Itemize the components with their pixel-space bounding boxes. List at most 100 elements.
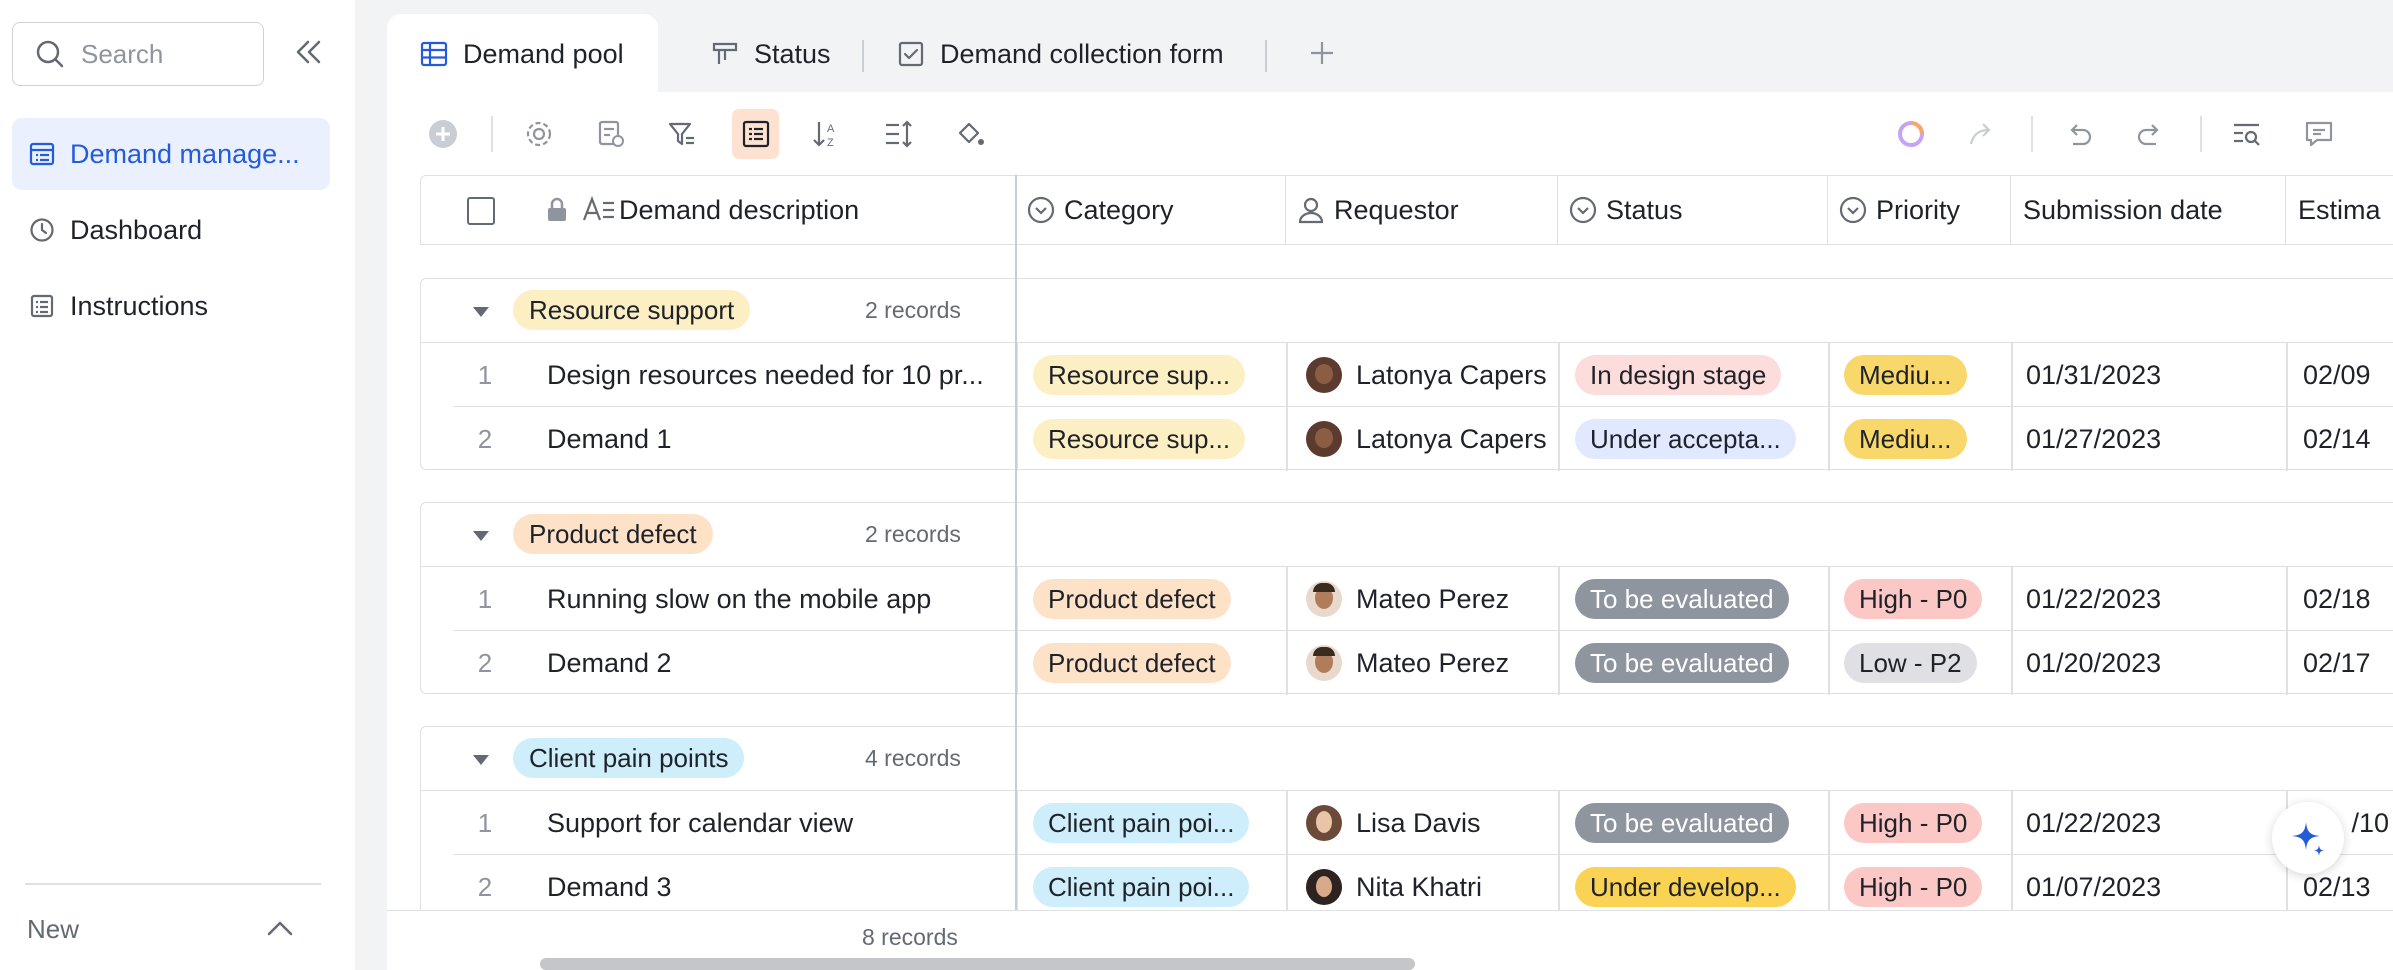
column-header-estimated[interactable]: Estima bbox=[2286, 176, 2393, 244]
priority-cell[interactable]: Low - P2 bbox=[1844, 631, 2008, 695]
status-cell[interactable]: To be evaluated bbox=[1575, 567, 1825, 631]
search-records-icon[interactable] bbox=[2229, 116, 2265, 152]
redo-icon[interactable] bbox=[2132, 116, 2168, 152]
status-cell[interactable]: Under accepta... bbox=[1575, 407, 1825, 471]
collapse-sidebar-icon[interactable] bbox=[290, 34, 326, 70]
estimated-date-cell[interactable]: 02/18 bbox=[2303, 567, 2393, 631]
group-client-pain-points: Client pain points 4 records 1 Support f… bbox=[420, 726, 2393, 926]
submission-date-cell[interactable]: 01/20/2023 bbox=[2026, 631, 2276, 695]
fill-color-icon[interactable] bbox=[952, 116, 988, 152]
row-height-icon[interactable] bbox=[881, 116, 917, 152]
chevron-up-icon[interactable] bbox=[265, 914, 295, 944]
category-cell[interactable]: Resource sup... bbox=[1033, 407, 1281, 471]
table-row[interactable]: 1 Support for calendar view Client pain … bbox=[421, 791, 2393, 855]
status-tag: To be evaluated bbox=[1575, 579, 1789, 619]
category-cell[interactable]: Product defect bbox=[1033, 567, 1281, 631]
search-placeholder: Search bbox=[81, 38, 164, 69]
category-cell[interactable]: Client pain poi... bbox=[1033, 791, 1281, 855]
ai-sparkle-button[interactable] bbox=[2272, 802, 2344, 874]
category-tag: Product defect bbox=[1033, 579, 1231, 619]
category-tag: Product defect bbox=[1033, 643, 1231, 683]
sidebar-item-demand-management[interactable]: Demand manage... bbox=[12, 118, 330, 190]
group-header[interactable]: Client pain points 4 records bbox=[421, 727, 2393, 791]
new-button[interactable]: New bbox=[27, 914, 79, 945]
undo-icon[interactable] bbox=[2061, 116, 2097, 152]
column-header-category[interactable]: Category bbox=[1016, 176, 1286, 244]
avatar bbox=[1306, 581, 1342, 617]
horizontal-scrollbar[interactable] bbox=[540, 958, 1415, 970]
priority-cell[interactable]: High - P0 bbox=[1844, 791, 2008, 855]
category-cell[interactable]: Resource sup... bbox=[1033, 343, 1281, 407]
select-all-checkbox[interactable] bbox=[467, 197, 495, 225]
collapse-triangle-icon[interactable] bbox=[473, 755, 489, 765]
submission-date-cell[interactable]: 01/22/2023 bbox=[2026, 791, 2276, 855]
priority-cell[interactable]: Mediu... bbox=[1844, 407, 2008, 471]
filter-icon[interactable] bbox=[664, 116, 700, 152]
group-icon[interactable] bbox=[738, 116, 774, 152]
form-icon bbox=[898, 41, 924, 67]
kanban-icon bbox=[712, 42, 738, 64]
priority-cell[interactable]: High - P0 bbox=[1844, 567, 2008, 631]
avatar bbox=[1306, 357, 1342, 393]
requestor-cell[interactable]: Lisa Davis bbox=[1306, 791, 1556, 855]
requestor-cell[interactable]: Mateo Perez bbox=[1306, 631, 1556, 695]
submission-date-cell[interactable]: 01/27/2023 bbox=[2026, 407, 2276, 471]
status-cell[interactable]: To be evaluated bbox=[1575, 631, 1825, 695]
group-header[interactable]: Product defect 2 records bbox=[421, 503, 2393, 567]
search-input[interactable]: Search bbox=[12, 22, 264, 86]
requestor-name: Latonya Capers bbox=[1356, 423, 1547, 454]
settings-icon[interactable] bbox=[521, 116, 557, 152]
frozen-column-divider[interactable] bbox=[1015, 175, 1017, 910]
group-header[interactable]: Resource support 2 records bbox=[421, 279, 2393, 343]
column-header-description[interactable]: Demand description bbox=[421, 176, 1016, 244]
status-cell[interactable]: In design stage bbox=[1575, 343, 1825, 407]
tab-demand-pool[interactable]: Demand pool bbox=[387, 14, 658, 94]
requestor-cell[interactable]: Latonya Capers bbox=[1306, 343, 1556, 407]
table-row[interactable]: 1 Design resources needed for 10 pr... R… bbox=[421, 343, 2393, 407]
estimated-date-cell[interactable]: 02/09 bbox=[2303, 343, 2393, 407]
collapse-triangle-icon[interactable] bbox=[473, 307, 489, 317]
toolbar-separator bbox=[2031, 116, 2033, 152]
tab-demand-collection-form[interactable]: Demand collection form bbox=[896, 14, 1224, 94]
description-cell[interactable]: Demand 2 bbox=[547, 631, 1002, 695]
group-tag: Client pain points bbox=[513, 738, 745, 778]
group-count: 4 records bbox=[865, 745, 961, 771]
priority-cell[interactable]: Mediu... bbox=[1844, 343, 2008, 407]
description-cell[interactable]: Design resources needed for 10 pr... bbox=[547, 343, 1002, 407]
row-number: 2 bbox=[477, 423, 493, 454]
description-cell[interactable]: Support for calendar view bbox=[547, 791, 1002, 855]
comment-icon[interactable] bbox=[2301, 116, 2337, 152]
table-row[interactable]: 1 Running slow on the mobile app Product… bbox=[421, 567, 2393, 631]
share-icon[interactable] bbox=[1964, 116, 2000, 152]
estimated-date-cell[interactable]: 02/17 bbox=[2303, 631, 2393, 695]
add-record-icon[interactable] bbox=[425, 116, 461, 152]
submission-date-cell[interactable]: 01/22/2023 bbox=[2026, 567, 2276, 631]
requestor-cell[interactable]: Latonya Capers bbox=[1306, 407, 1556, 471]
sidebar-item-instructions[interactable]: Instructions bbox=[12, 270, 330, 342]
tab-separator bbox=[862, 40, 864, 72]
table-row[interactable]: 2 Demand 2 Product defect Mateo Perez To… bbox=[421, 631, 2393, 695]
avatar bbox=[1306, 421, 1342, 457]
description-cell[interactable]: Demand 1 bbox=[547, 407, 1002, 471]
toolbar-separator bbox=[491, 116, 493, 152]
submission-date-cell[interactable]: 01/31/2023 bbox=[2026, 343, 2276, 407]
column-header-priority[interactable]: Priority bbox=[1828, 176, 2011, 244]
requestor-name: Mateo Perez bbox=[1356, 647, 1510, 678]
column-header-submission-date[interactable]: Submission date bbox=[2011, 176, 2286, 244]
collapse-triangle-icon[interactable] bbox=[473, 531, 489, 541]
ai-assistant-icon[interactable] bbox=[1893, 116, 1929, 152]
sort-icon[interactable]: AZ bbox=[808, 116, 844, 152]
status-cell[interactable]: To be evaluated bbox=[1575, 791, 1825, 855]
sidebar-item-dashboard[interactable]: Dashboard bbox=[12, 194, 330, 266]
add-view-icon[interactable] bbox=[1307, 38, 1337, 68]
column-header-status[interactable]: Status bbox=[1558, 176, 1828, 244]
tab-status[interactable]: Status bbox=[710, 14, 831, 94]
estimated-date-cell[interactable]: 02/14 bbox=[2303, 407, 2393, 471]
column-header-requestor[interactable]: Requestor bbox=[1286, 176, 1558, 244]
view-tabbar bbox=[387, 0, 2393, 92]
requestor-cell[interactable]: Mateo Perez bbox=[1306, 567, 1556, 631]
category-cell[interactable]: Product defect bbox=[1033, 631, 1281, 695]
description-cell[interactable]: Running slow on the mobile app bbox=[547, 567, 1002, 631]
table-row[interactable]: 2 Demand 1 Resource sup... Latonya Caper… bbox=[421, 407, 2393, 471]
field-config-icon[interactable] bbox=[593, 116, 629, 152]
